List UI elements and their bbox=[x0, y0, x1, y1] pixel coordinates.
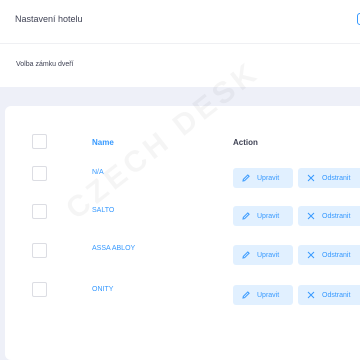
delete-button[interactable]: Odstranit bbox=[298, 285, 360, 305]
row-checkbox[interactable] bbox=[32, 243, 47, 258]
delete-label: Odstranit bbox=[322, 174, 351, 182]
select-all-checkbox[interactable] bbox=[32, 134, 47, 149]
top-header: Nastavení hotelu bbox=[0, 0, 360, 44]
row-name: N/A bbox=[92, 169, 104, 176]
edit-label: Upravit bbox=[257, 291, 280, 299]
close-icon bbox=[307, 291, 315, 299]
edit-button[interactable]: Upravit bbox=[233, 285, 293, 305]
table-row: N/A Upravit Odstranit bbox=[0, 160, 360, 190]
row-checkbox[interactable] bbox=[32, 166, 47, 181]
pencil-icon bbox=[242, 251, 250, 259]
row-name: ONITY bbox=[92, 286, 114, 293]
sub-header: Volba zámku dveří bbox=[0, 45, 360, 87]
table-header: Name Action bbox=[0, 130, 360, 154]
row-name: ASSA ABLOY bbox=[92, 245, 136, 252]
row-name: SALTO bbox=[92, 207, 115, 214]
table-row: ASSA ABLOY Upravit Odstranit bbox=[0, 237, 360, 267]
edit-label: Upravit bbox=[257, 212, 280, 220]
edit-label: Upravit bbox=[257, 251, 280, 259]
row-checkbox[interactable] bbox=[32, 204, 47, 219]
pencil-icon bbox=[242, 174, 250, 182]
edit-button[interactable]: Upravit bbox=[233, 206, 293, 226]
edit-button[interactable]: Upravit bbox=[233, 168, 293, 188]
close-icon bbox=[307, 174, 315, 182]
edit-button[interactable]: Upravit bbox=[233, 245, 293, 265]
close-icon bbox=[307, 251, 315, 259]
delete-label: Odstranit bbox=[322, 291, 351, 299]
column-header-action: Action bbox=[233, 138, 258, 147]
column-header-name[interactable]: Name bbox=[92, 138, 114, 147]
pencil-icon bbox=[242, 291, 250, 299]
delete-button[interactable]: Odstranit bbox=[298, 168, 360, 188]
pencil-icon bbox=[242, 212, 250, 220]
table-row: ONITY Upravit Odstranit bbox=[0, 276, 360, 306]
page-title: Nastavení hotelu bbox=[15, 14, 83, 24]
delete-label: Odstranit bbox=[322, 212, 351, 220]
section-title: Volba zámku dveří bbox=[16, 61, 74, 68]
table-row: SALTO Upravit Odstranit bbox=[0, 198, 360, 228]
delete-button[interactable]: Odstranit bbox=[298, 245, 360, 265]
close-icon bbox=[307, 212, 315, 220]
delete-label: Odstranit bbox=[322, 251, 351, 259]
delete-button[interactable]: Odstranit bbox=[298, 206, 360, 226]
edit-label: Upravit bbox=[257, 174, 280, 182]
row-checkbox[interactable] bbox=[32, 282, 47, 297]
